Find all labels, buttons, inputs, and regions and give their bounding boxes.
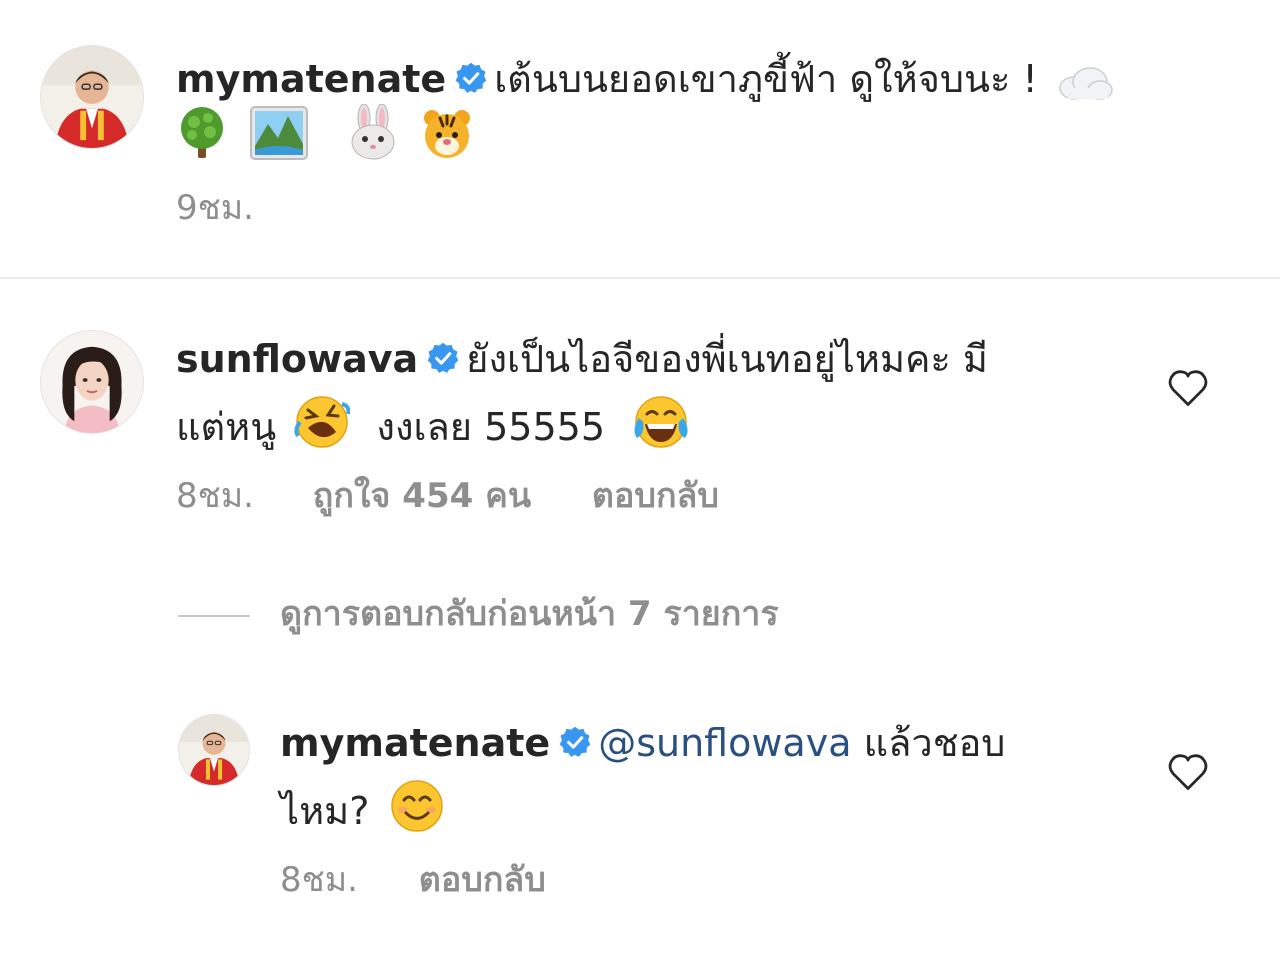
comment-text-line-1: ยังเป็นไอจีของพี่เนทอยู่ไหมคะ มี: [466, 337, 988, 381]
tears-of-joy-emoji: [631, 394, 691, 450]
comment-timestamp: 8ชม.: [176, 476, 254, 516]
comment-line-2: แต่หนู งงเลย 55555: [176, 394, 695, 450]
comment-line-1: sunflowava ยังเป็นไอจีของพี่เนทอยู่ไหมคะ …: [176, 336, 988, 382]
comment-text-line-2b: งงเลย 55555: [376, 405, 606, 449]
reply-meta: 8ชม. ตอบกลับ: [280, 860, 546, 900]
comment-likes-count[interactable]: ถูกใจ 454 คน: [313, 476, 531, 516]
avatar[interactable]: [40, 45, 144, 149]
reply-text-line-2: ไหม?: [280, 789, 370, 833]
rofl-emoji: [294, 394, 351, 450]
caption-username[interactable]: mymatenate: [176, 57, 446, 101]
mountain-photo-emoji: [250, 106, 309, 160]
avatar[interactable]: [178, 714, 250, 786]
comment-username[interactable]: sunflowava: [176, 337, 418, 381]
heart-icon[interactable]: [1166, 366, 1210, 410]
caption-timestamp: 9ชม.: [176, 188, 254, 228]
smiling-face-emoji: [389, 778, 445, 834]
comment-reply-button[interactable]: ตอบกลับ: [592, 476, 719, 516]
rabbit-emoji: [346, 104, 400, 160]
reply-text-line-1: แล้วชอบ: [863, 721, 1006, 765]
view-previous-replies-link[interactable]: ดูการตอบกลับก่อนหน้า 7 รายการ: [280, 594, 779, 634]
reply-line-2: ไหม?: [280, 778, 449, 834]
comment-text-line-2a: แต่หนู: [176, 405, 277, 449]
cloud-emoji: [1054, 62, 1114, 102]
tiger-emoji: [420, 104, 474, 160]
verified-badge-icon: [558, 725, 592, 759]
caption-line-1: mymatenate เต้นบนยอดเขาภูขี้ฟ้า ดูให้จบนะ…: [176, 56, 1118, 102]
divider: [0, 277, 1280, 279]
view-replies-divider: [178, 615, 250, 617]
caption-text: เต้นบนยอดเขาภูขี้ฟ้า ดูให้จบนะ !: [494, 57, 1038, 101]
verified-badge-icon: [426, 341, 460, 375]
reply-line-1: mymatenate @sunflowava แล้วชอบ: [280, 720, 1005, 766]
heart-icon[interactable]: [1166, 750, 1210, 794]
reply-mention-link[interactable]: @sunflowava: [598, 721, 851, 765]
reply-timestamp: 8ชม.: [280, 860, 358, 900]
reply-username[interactable]: mymatenate: [280, 721, 550, 765]
avatar[interactable]: [40, 330, 144, 434]
verified-badge-icon: [454, 61, 488, 95]
comment-meta: 8ชม. ถูกใจ 454 คน ตอบกลับ: [176, 476, 719, 516]
tree-emoji: [174, 104, 230, 160]
reply-reply-button[interactable]: ตอบกลับ: [419, 860, 546, 900]
caption-line-2: [174, 104, 478, 162]
